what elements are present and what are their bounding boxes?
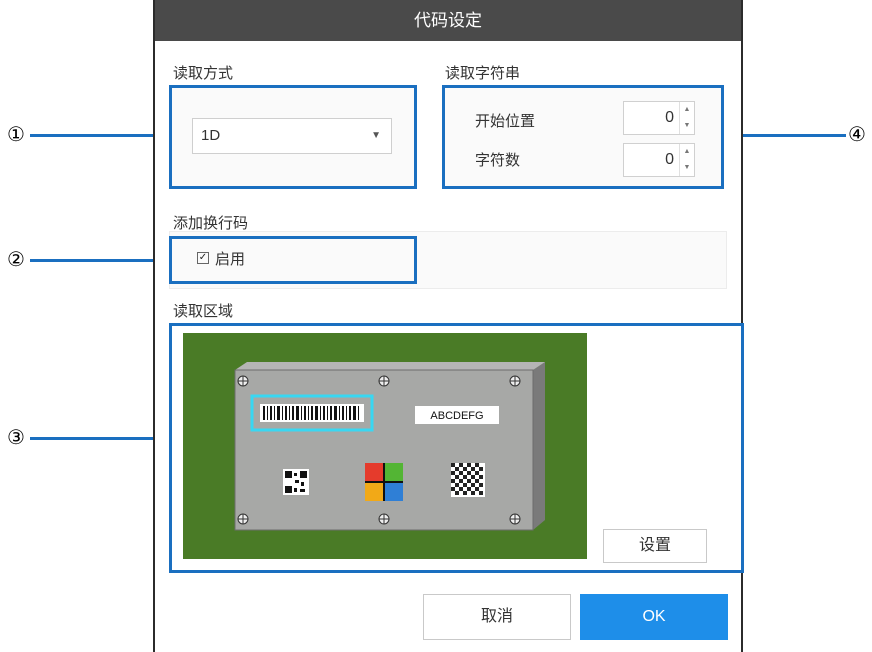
callout-3-line [30, 437, 170, 440]
enable-label[interactable]: 启用 [215, 248, 245, 269]
cancel-button[interactable]: 取消 [423, 594, 571, 640]
ok-button[interactable]: OK [580, 594, 728, 640]
down-arrow-icon[interactable]: ▼ [680, 160, 694, 176]
callout-1: ① [7, 124, 25, 146]
read-method-selected-value: 1D [201, 127, 221, 144]
char-count-label: 字符数 [475, 152, 521, 169]
set-area-button[interactable]: 设置 [603, 529, 707, 563]
camera-preview[interactable]: ABCDEFG [183, 333, 587, 559]
read-string-label: 读取字符串 [445, 65, 521, 82]
read-method-select[interactable]: 1D ▼ [192, 118, 392, 154]
start-position-stepper[interactable]: 0 ▲ ▼ [623, 101, 695, 135]
sample-board-image: ABCDEFG [234, 362, 545, 531]
read-area-label: 读取区域 [173, 303, 234, 320]
dialog-title: 代码设定 [155, 0, 741, 41]
chevron-down-icon: ▼ [371, 130, 381, 141]
read-method-label: 读取方式 [173, 65, 234, 82]
callout-2: ② [7, 249, 25, 271]
sample-text: ABCDEFG [430, 410, 483, 422]
start-position-arrows[interactable]: ▲ ▼ [679, 102, 694, 134]
up-arrow-icon[interactable]: ▲ [680, 102, 694, 118]
up-arrow-icon[interactable]: ▲ [680, 144, 694, 160]
char-count-value: 0 [665, 151, 674, 168]
char-count-stepper[interactable]: 0 ▲ ▼ [623, 143, 695, 177]
start-position-label: 开始位置 [475, 113, 536, 130]
callout-4: ④ [848, 124, 866, 146]
callout-1-line [30, 134, 170, 137]
callout-2-line [30, 259, 170, 262]
callout-3: ③ [7, 427, 25, 449]
down-arrow-icon[interactable]: ▼ [680, 118, 694, 134]
char-count-arrows[interactable]: ▲ ▼ [679, 144, 694, 176]
enable-checkbox[interactable]: ✓ [197, 252, 209, 264]
line-feed-label: 添加换行码 [173, 215, 249, 232]
start-position-value: 0 [665, 109, 674, 126]
code-settings-dialog: 代码设定 读取方式 1D ▼ 读取字符串 开始位置 0 ▲ ▼ 字符数 0 ▲ … [153, 0, 744, 652]
line-feed-panel [169, 231, 727, 289]
